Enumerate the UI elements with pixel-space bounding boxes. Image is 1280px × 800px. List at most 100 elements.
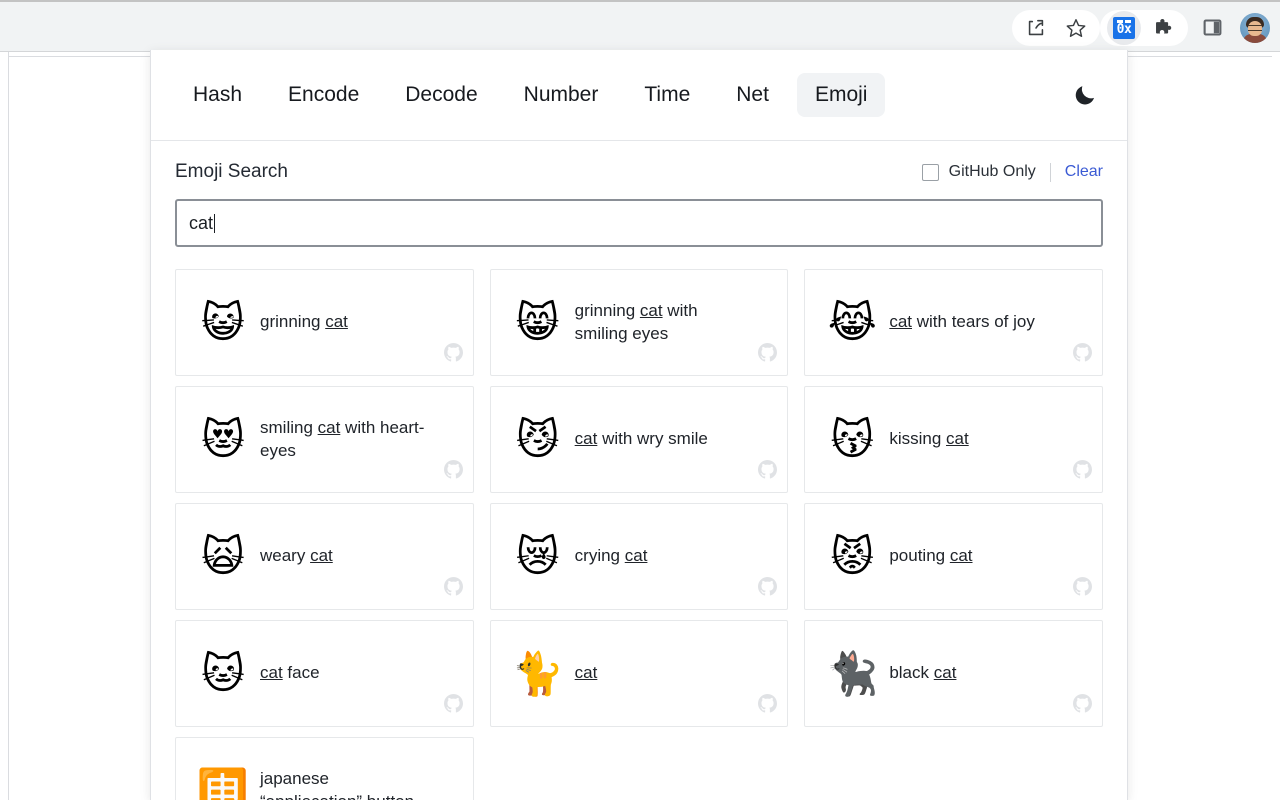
- emoji-label: pouting cat: [883, 545, 998, 568]
- emoji-result-card[interactable]: 🙀weary cat: [175, 503, 474, 610]
- emoji-glyph: 🈸: [192, 770, 254, 800]
- extension-popup: Hash Encode Decode Number Time Net Emoji…: [150, 50, 1128, 800]
- github-icon: [1073, 694, 1092, 718]
- github-icon: [1073, 343, 1092, 367]
- popup-nav: Hash Encode Decode Number Time Net Emoji: [151, 50, 1127, 141]
- bookmark-star-icon[interactable]: [1056, 10, 1096, 46]
- tab-encode[interactable]: Encode: [270, 73, 377, 117]
- search-header: Emoji Search GitHub Only Clear: [175, 157, 1103, 187]
- tab-decode[interactable]: Decode: [387, 73, 495, 117]
- emoji-result-card[interactable]: 🈸japanese “appliecation” button: [175, 737, 474, 800]
- browser-toolbar: 0x: [0, 0, 1280, 52]
- match-highlight: cat: [625, 546, 648, 565]
- profile-avatar[interactable]: [1240, 13, 1270, 43]
- emoji-glyph: 🙀: [192, 536, 254, 578]
- emoji-label: grinning cat: [254, 311, 374, 334]
- match-highlight: cat: [640, 301, 663, 320]
- emoji-glyph: 🐈: [507, 653, 569, 695]
- match-highlight: cat: [310, 546, 333, 565]
- hex-extension-icon[interactable]: 0x: [1107, 11, 1141, 45]
- match-highlight: ca: [311, 792, 329, 800]
- extensions-puzzle-icon[interactable]: [1144, 10, 1184, 46]
- github-icon: [444, 460, 463, 484]
- emoji-glyph: 😼: [507, 419, 569, 461]
- emoji-label: cat: [569, 662, 624, 685]
- emoji-label: cat with wry smile: [569, 428, 734, 451]
- emoji-result-card[interactable]: 😻smiling cat with heart-eyes: [175, 386, 474, 493]
- github-icon: [444, 577, 463, 601]
- emoji-result-card[interactable]: 😺grinning cat: [175, 269, 474, 376]
- emoji-result-card[interactable]: 😼cat with wry smile: [490, 386, 789, 493]
- emoji-result-card[interactable]: 🐱cat face: [175, 620, 474, 727]
- match-highlight: cat: [260, 663, 283, 682]
- match-highlight: cat: [950, 546, 973, 565]
- github-icon: [1073, 577, 1092, 601]
- page-left-rule: [8, 52, 9, 800]
- hex-extension-label: 0x: [1117, 22, 1132, 37]
- text-caret: [214, 214, 215, 233]
- emoji-result-card[interactable]: 😹cat with tears of joy: [804, 269, 1103, 376]
- match-highlight: cat: [934, 663, 957, 682]
- toolbar-pill-left: [1012, 10, 1100, 46]
- emoji-glyph: 😿: [507, 536, 569, 578]
- emoji-label: japanese “appliecation” button: [254, 768, 459, 800]
- tab-net[interactable]: Net: [718, 73, 787, 117]
- emoji-glyph: 😽: [821, 419, 883, 461]
- page-title: Emoji Search: [175, 161, 922, 183]
- github-icon: [1073, 460, 1092, 484]
- emoji-glyph: 😾: [821, 536, 883, 578]
- github-icon: [444, 343, 463, 367]
- emoji-result-card[interactable]: 🐈‍⬛black cat: [804, 620, 1103, 727]
- side-panel-icon[interactable]: [1192, 10, 1232, 46]
- emoji-label: kissing cat: [883, 428, 994, 451]
- match-highlight: cat: [318, 418, 341, 437]
- tab-number[interactable]: Number: [506, 73, 617, 117]
- tab-hash[interactable]: Hash: [175, 73, 260, 117]
- search-input-value: cat: [189, 213, 213, 234]
- emoji-result-card[interactable]: 🐈 cat: [490, 620, 789, 727]
- emoji-label: cat face: [254, 662, 346, 685]
- search-options: GitHub Only Clear: [922, 163, 1103, 182]
- match-highlight: cat: [575, 429, 598, 448]
- match-highlight: cat: [575, 663, 598, 682]
- emoji-result-card[interactable]: 😾pouting cat: [804, 503, 1103, 610]
- emoji-label: weary cat: [254, 545, 359, 568]
- search-section: Emoji Search GitHub Only Clear cat: [151, 141, 1127, 247]
- emoji-glyph: 😻: [192, 419, 254, 461]
- clear-button[interactable]: Clear: [1065, 163, 1103, 181]
- github-icon: [758, 577, 777, 601]
- github-only-label[interactable]: GitHub Only: [949, 163, 1036, 181]
- emoji-label: crying cat: [569, 545, 674, 568]
- emoji-result-card[interactable]: 😿crying cat: [490, 503, 789, 610]
- moon-icon[interactable]: [1065, 75, 1105, 115]
- emoji-glyph: 🐱: [192, 653, 254, 695]
- emoji-result-card[interactable]: 😽kissing cat: [804, 386, 1103, 493]
- github-only-checkbox[interactable]: [922, 164, 939, 181]
- emoji-glyph: 🐈‍⬛: [821, 653, 883, 695]
- github-icon: [758, 343, 777, 367]
- share-icon[interactable]: [1016, 10, 1056, 46]
- emoji-glyph: 😹: [821, 302, 883, 344]
- tab-emoji[interactable]: Emoji: [797, 73, 886, 117]
- match-highlight: cat: [946, 429, 969, 448]
- emoji-glyph: 😸: [507, 302, 569, 344]
- emoji-glyph: 😺: [192, 302, 254, 344]
- toolbar-actions: 0x: [1012, 2, 1272, 53]
- github-icon: [444, 694, 463, 718]
- options-divider: [1050, 163, 1051, 182]
- match-highlight: cat: [889, 312, 912, 331]
- github-icon: [758, 694, 777, 718]
- emoji-result-card[interactable]: 😸grinning cat with smiling eyes: [490, 269, 789, 376]
- emoji-label: smiling cat with heart-eyes: [254, 417, 459, 462]
- emoji-label: cat with tears of joy: [883, 311, 1061, 334]
- toolbar-pill-right: 0x: [1100, 10, 1188, 46]
- tab-time[interactable]: Time: [626, 73, 708, 117]
- screen: 0x: [0, 0, 1280, 800]
- match-highlight: cat: [325, 312, 348, 331]
- popup-tab-list: Hash Encode Decode Number Time Net Emoji: [175, 73, 1065, 117]
- github-icon: [758, 460, 777, 484]
- emoji-label: black cat: [883, 662, 982, 685]
- emoji-results-grid: 😺grinning cat😸grinning cat with smiling …: [151, 269, 1127, 800]
- search-input[interactable]: cat: [175, 199, 1103, 247]
- emoji-label: grinning cat with smiling eyes: [569, 300, 774, 345]
